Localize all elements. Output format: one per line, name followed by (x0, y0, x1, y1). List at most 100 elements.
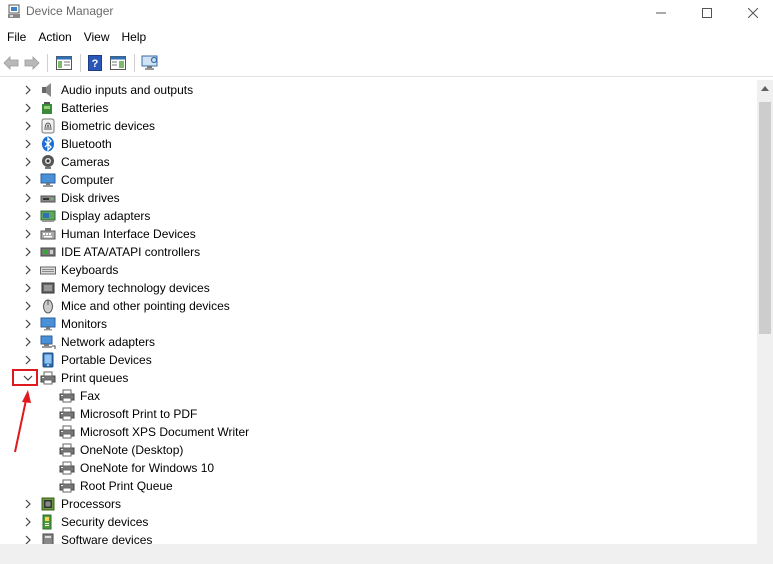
window-title: Device Manager (26, 4, 114, 18)
chevron-right-icon[interactable] (22, 138, 34, 150)
tree-category-label: Batteries (61, 101, 109, 115)
show-hide-console-tree-button[interactable] (54, 53, 74, 73)
chevron-right-icon[interactable] (22, 210, 34, 222)
scan-hardware-icon (141, 55, 158, 70)
camera-icon (42, 155, 54, 169)
tree-category-label: Cameras (61, 155, 110, 169)
chevron-right-icon[interactable] (22, 84, 34, 96)
chevron-right-icon[interactable] (22, 120, 34, 132)
printer-icon (59, 425, 75, 439)
chevron-right-icon[interactable] (22, 174, 34, 186)
chevron-right-icon[interactable] (22, 516, 34, 528)
tree-category-audio-inputs-and-outputs[interactable]: Audio inputs and outputs (0, 81, 757, 99)
tree-category-label: Bluetooth (61, 137, 112, 151)
tree-category-label: Disk drives (61, 191, 120, 205)
tree-category-label: Memory technology devices (61, 281, 210, 295)
tree-device-item[interactable]: OneNote for Windows 10 (0, 459, 757, 477)
tree-device-item[interactable]: Fax (0, 387, 757, 405)
scroll-up-icon[interactable] (761, 86, 769, 91)
show-hide-console-tree-icon (56, 56, 72, 70)
chevron-right-icon[interactable] (22, 228, 34, 240)
tree-category-biometric-devices[interactable]: Biometric devices (0, 117, 757, 135)
chevron-right-icon[interactable] (22, 192, 34, 204)
fingerprint-icon (41, 118, 55, 134)
tree-category-ide-ata-atapi-controllers[interactable]: IDE ATA/ATAPI controllers (0, 243, 757, 261)
tree-category-human-interface-devices[interactable]: Human Interface Devices (0, 225, 757, 243)
properties-button[interactable] (108, 53, 128, 73)
disk-drive-icon (40, 195, 56, 203)
title-bar: Device Manager (0, 0, 773, 25)
vertical-scrollbar-thumb[interactable] (759, 102, 771, 334)
tree-category-print-queues[interactable]: Print queues (0, 369, 757, 387)
tree-device-item[interactable]: Microsoft Print to PDF (0, 405, 757, 423)
tree-category-label: Print queues (61, 371, 129, 385)
chevron-right-icon[interactable] (22, 354, 34, 366)
tree-category-security-devices[interactable]: Security devices (0, 513, 757, 531)
tree-device-label: Fax (80, 389, 101, 403)
tree-category-memory-technology-devices[interactable]: Memory technology devices (0, 279, 757, 297)
chevron-right-icon[interactable] (22, 246, 34, 258)
chevron-right-icon[interactable] (22, 264, 34, 276)
forward-button[interactable] (23, 53, 41, 73)
toolbar-separator (47, 54, 48, 72)
chevron-right-icon[interactable] (22, 336, 34, 348)
menu-bar: File Action View Help (0, 27, 773, 47)
tree-category-portable-devices[interactable]: Portable Devices (0, 351, 757, 369)
tree-device-item[interactable]: OneNote (Desktop) (0, 441, 757, 459)
tree-category-bluetooth[interactable]: Bluetooth (0, 135, 757, 153)
tree-device-label: OneNote for Windows 10 (80, 461, 215, 475)
software-device-icon (42, 533, 54, 544)
tree-device-label: OneNote (Desktop) (80, 443, 184, 457)
chevron-right-icon[interactable] (22, 300, 34, 312)
keyboard-icon (40, 266, 56, 275)
menu-action[interactable]: Action (32, 27, 77, 47)
tree-category-cameras[interactable]: Cameras (0, 153, 757, 171)
tree-category-processors[interactable]: Processors (0, 495, 757, 513)
tree-category-label: Network adapters (61, 335, 156, 349)
tree-category-mice-and-other-pointing-devices[interactable]: Mice and other pointing devices (0, 297, 757, 315)
tree-device-item[interactable]: Microsoft XPS Document Writer (0, 423, 757, 441)
tree-category-computer[interactable]: Computer (0, 171, 757, 189)
chevron-right-icon[interactable] (22, 318, 34, 330)
scan-hardware-button[interactable] (140, 53, 160, 73)
tree-category-label: Software devices (61, 533, 153, 544)
processor-icon (41, 497, 55, 511)
maximize-button[interactable] (684, 0, 730, 25)
chevron-right-icon[interactable] (22, 282, 34, 294)
help-icon: ? (88, 55, 102, 71)
maximize-icon (702, 7, 712, 18)
tree-category-label: Audio inputs and outputs (61, 83, 194, 97)
help-button[interactable]: ? (86, 53, 104, 73)
back-button[interactable] (2, 53, 20, 73)
minimize-button[interactable] (638, 0, 684, 25)
chevron-right-icon[interactable] (22, 498, 34, 510)
printer-icon (40, 371, 56, 385)
security-device-icon (42, 514, 52, 530)
computer-icon (40, 173, 56, 187)
tree-category-keyboards[interactable]: Keyboards (0, 261, 757, 279)
tree-category-network-adapters[interactable]: Network adapters (0, 333, 757, 351)
menu-help[interactable]: Help (116, 27, 153, 47)
tree-category-display-adapters[interactable]: Display adapters (0, 207, 757, 225)
portable-device-icon (42, 352, 54, 368)
network-icon (40, 335, 56, 349)
toolbar-separator (134, 54, 135, 72)
close-button[interactable] (730, 0, 773, 25)
tree-category-label: Security devices (61, 515, 149, 529)
tree-category-batteries[interactable]: Batteries (0, 99, 757, 117)
tree-device-label: Microsoft XPS Document Writer (80, 425, 250, 439)
chevron-right-icon[interactable] (22, 534, 34, 544)
chevron-right-icon[interactable] (22, 102, 34, 114)
tree-device-item[interactable]: Root Print Queue (0, 477, 757, 495)
tree-category-label: Human Interface Devices (61, 227, 196, 241)
properties-icon (110, 56, 126, 70)
vertical-scrollbar[interactable] (757, 80, 773, 544)
chevron-right-icon[interactable] (22, 156, 34, 168)
menu-file[interactable]: File (0, 27, 32, 47)
tree-category-disk-drives[interactable]: Disk drives (0, 189, 757, 207)
memory-icon (41, 282, 55, 294)
menu-view[interactable]: View (78, 27, 116, 47)
tree-category-software-devices[interactable]: Software devices (0, 531, 757, 544)
horizontal-scrollbar[interactable] (0, 544, 757, 564)
tree-category-monitors[interactable]: Monitors (0, 315, 757, 333)
